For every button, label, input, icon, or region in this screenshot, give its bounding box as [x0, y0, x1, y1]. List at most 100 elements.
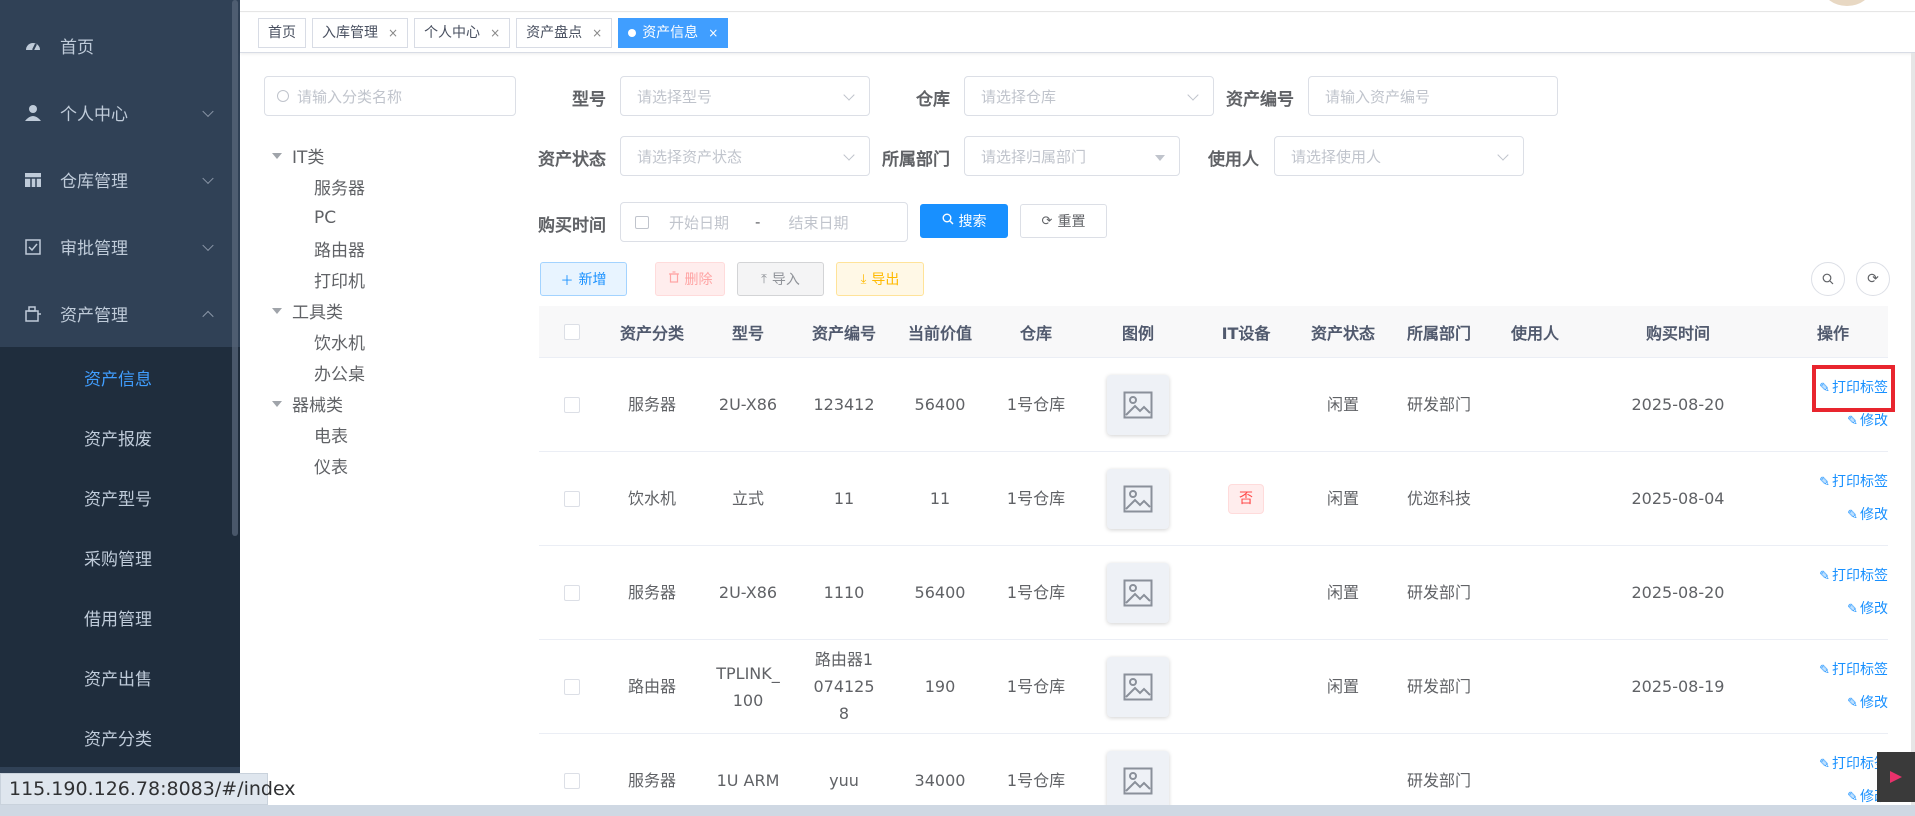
date-separator: - [755, 213, 761, 231]
sidebar-scrollbar[interactable] [232, 0, 238, 536]
date-start-placeholder[interactable]: 开始日期 [669, 212, 729, 233]
submenu-item-purchase[interactable]: 采购管理 [0, 527, 240, 587]
col-header[interactable]: 购买时间 [1578, 320, 1778, 344]
caret-down-icon[interactable] [272, 152, 282, 159]
image-placeholder-icon[interactable] [1107, 562, 1169, 623]
edit-link[interactable]: ✎ 修改 [1847, 499, 1888, 532]
col-header[interactable]: 所属部门 [1386, 320, 1492, 344]
caret-down-icon[interactable] [272, 307, 282, 314]
close-icon[interactable]: × [388, 19, 398, 47]
image-placeholder-icon[interactable] [1107, 468, 1169, 529]
image-placeholder-icon[interactable] [1107, 750, 1169, 811]
value-cell: 34000 [914, 771, 966, 790]
row-checkbox[interactable] [563, 772, 580, 789]
select-cell [539, 396, 604, 413]
search-icon [277, 90, 289, 102]
reset-button[interactable]: ⟳ 重置 [1020, 204, 1107, 238]
sidebar-item-home[interactable]: 首页 [0, 12, 240, 79]
edit-link[interactable]: ✎ 修改 [1847, 593, 1888, 626]
table-row: 路由器 TPLINK_100 路由器10741258 190 1号仓库 闲置 研发部门 202… [539, 640, 1888, 734]
select-all-checkbox[interactable] [563, 323, 580, 340]
search-button[interactable]: 搜索 [920, 204, 1008, 238]
col-header[interactable]: 图例 [1084, 320, 1192, 344]
it-device-cell: 否 [1192, 483, 1300, 514]
asset-code-placeholder: 请输入资产编号 [1325, 87, 1431, 106]
warehouse-placeholder: 请选择仓库 [981, 87, 1057, 106]
submenu-item-asset-info[interactable]: 资产信息 [0, 347, 240, 407]
print-label-link[interactable]: ✎ 打印标签 [1819, 654, 1888, 687]
row-checkbox[interactable] [563, 396, 580, 413]
col-header[interactable]: 仓库 [988, 320, 1084, 344]
warehouse-select[interactable]: 请选择仓库 [964, 76, 1214, 116]
tags-view: 首页 入库管理 × 个人中心 × 资产盘点 × 资产信息 × [240, 13, 1915, 53]
flag-icon[interactable] [1877, 752, 1915, 802]
col-header[interactable]: 资产编号 [796, 320, 892, 344]
delete-button-label: 删除 [684, 272, 713, 288]
department-select[interactable]: 请选择归属部门 [964, 136, 1180, 176]
tree-node-water-dispenser[interactable]: 饮水机 [272, 326, 365, 357]
edit-icon: ✎ [1819, 756, 1830, 772]
category-search-input[interactable]: 请输入分类名称 [264, 76, 516, 116]
tree-node-meter[interactable]: 电表 [272, 419, 365, 450]
tree-node-instruments[interactable]: 器械类 [272, 388, 365, 419]
asset-code-input[interactable]: 请输入资产编号 [1308, 76, 1558, 116]
row-checkbox[interactable] [563, 678, 580, 695]
tag-profile[interactable]: 个人中心 × [414, 17, 511, 48]
tree-node-tools[interactable]: 工具类 [272, 295, 365, 326]
caret-down-icon[interactable] [272, 400, 282, 407]
asset-status-select[interactable]: 请选择资产状态 [620, 136, 870, 176]
row-checkbox[interactable] [563, 490, 580, 507]
close-icon[interactable]: × [708, 19, 718, 47]
asset-icon [24, 305, 42, 323]
tag-inventory[interactable]: 资产盘点 × [516, 17, 613, 48]
col-header[interactable]: 资产状态 [1300, 320, 1386, 344]
tag-asset-info[interactable]: 资产信息 × [618, 17, 729, 48]
tree-node-it[interactable]: IT类 [272, 140, 365, 171]
col-header[interactable]: 型号 [700, 320, 796, 344]
submenu-item-asset-scrap[interactable]: 资产报废 [0, 407, 240, 467]
delete-button[interactable]: 删除 [655, 262, 725, 296]
row-checkbox[interactable] [563, 584, 580, 601]
sidebar-item-approval[interactable]: 审批管理 [0, 213, 240, 280]
model-select[interactable]: 请选择型号 [620, 76, 870, 116]
tree-node-router[interactable]: 路由器 [272, 233, 365, 264]
image-placeholder-icon[interactable] [1107, 656, 1169, 717]
col-header[interactable]: 当前价值 [892, 320, 988, 344]
tree-node-desk[interactable]: 办公桌 [272, 357, 365, 388]
export-button[interactable]: ⤓ 导出 [836, 262, 924, 296]
col-header[interactable]: 资产分类 [604, 320, 700, 344]
tag-home[interactable]: 首页 [258, 17, 306, 48]
image-placeholder-icon[interactable] [1107, 374, 1169, 435]
sidebar-item-assets[interactable]: 资产管理 [0, 280, 240, 347]
user-select[interactable]: 请选择使用人 [1274, 136, 1524, 176]
tree-node-gauge[interactable]: 仪表 [272, 450, 365, 481]
toggle-search-button[interactable] [1811, 262, 1845, 296]
close-icon[interactable]: × [592, 19, 602, 47]
import-button[interactable]: ⤒ 导入 [737, 262, 824, 296]
tree-node-server[interactable]: 服务器 [272, 171, 365, 202]
print-label-link[interactable]: ✎ 打印标签 [1819, 466, 1888, 499]
print-label-link[interactable]: ✎ 打印标签 [1819, 560, 1888, 593]
asset-status-placeholder: 请选择资产状态 [637, 147, 743, 166]
submenu-item-asset-model[interactable]: 资产型号 [0, 467, 240, 527]
col-header[interactable]: 操作 [1778, 320, 1888, 344]
date-end-placeholder[interactable]: 结束日期 [788, 212, 848, 233]
col-header[interactable]: 使用人 [1492, 320, 1578, 344]
page-scrollbar[interactable] [1911, 53, 1915, 816]
sidebar-item-warehouse[interactable]: 仓库管理 [0, 146, 240, 213]
col-header[interactable]: IT设备 [1192, 320, 1300, 344]
tree-node-printer[interactable]: 打印机 [272, 264, 365, 295]
purchase-date-range[interactable]: 开始日期 - 结束日期 [620, 202, 908, 242]
print-label-link[interactable]: ✎ 打印标签 [1812, 364, 1895, 412]
sidebar-item-profile[interactable]: 个人中心 [0, 79, 240, 146]
edit-link[interactable]: ✎ 修改 [1847, 405, 1888, 438]
submenu-item-category[interactable]: 资产分类 [0, 707, 240, 767]
refresh-button[interactable]: ⟳ [1856, 262, 1890, 296]
edit-link[interactable]: ✎ 修改 [1847, 687, 1888, 720]
submenu-item-sale[interactable]: 资产出售 [0, 647, 240, 707]
submenu-item-borrow[interactable]: 借用管理 [0, 587, 240, 647]
close-icon[interactable]: × [490, 19, 500, 47]
tag-stock-in[interactable]: 入库管理 × [312, 17, 409, 48]
tree-node-pc[interactable]: PC [272, 202, 365, 233]
add-button[interactable]: ＋ 新增 [540, 262, 627, 296]
